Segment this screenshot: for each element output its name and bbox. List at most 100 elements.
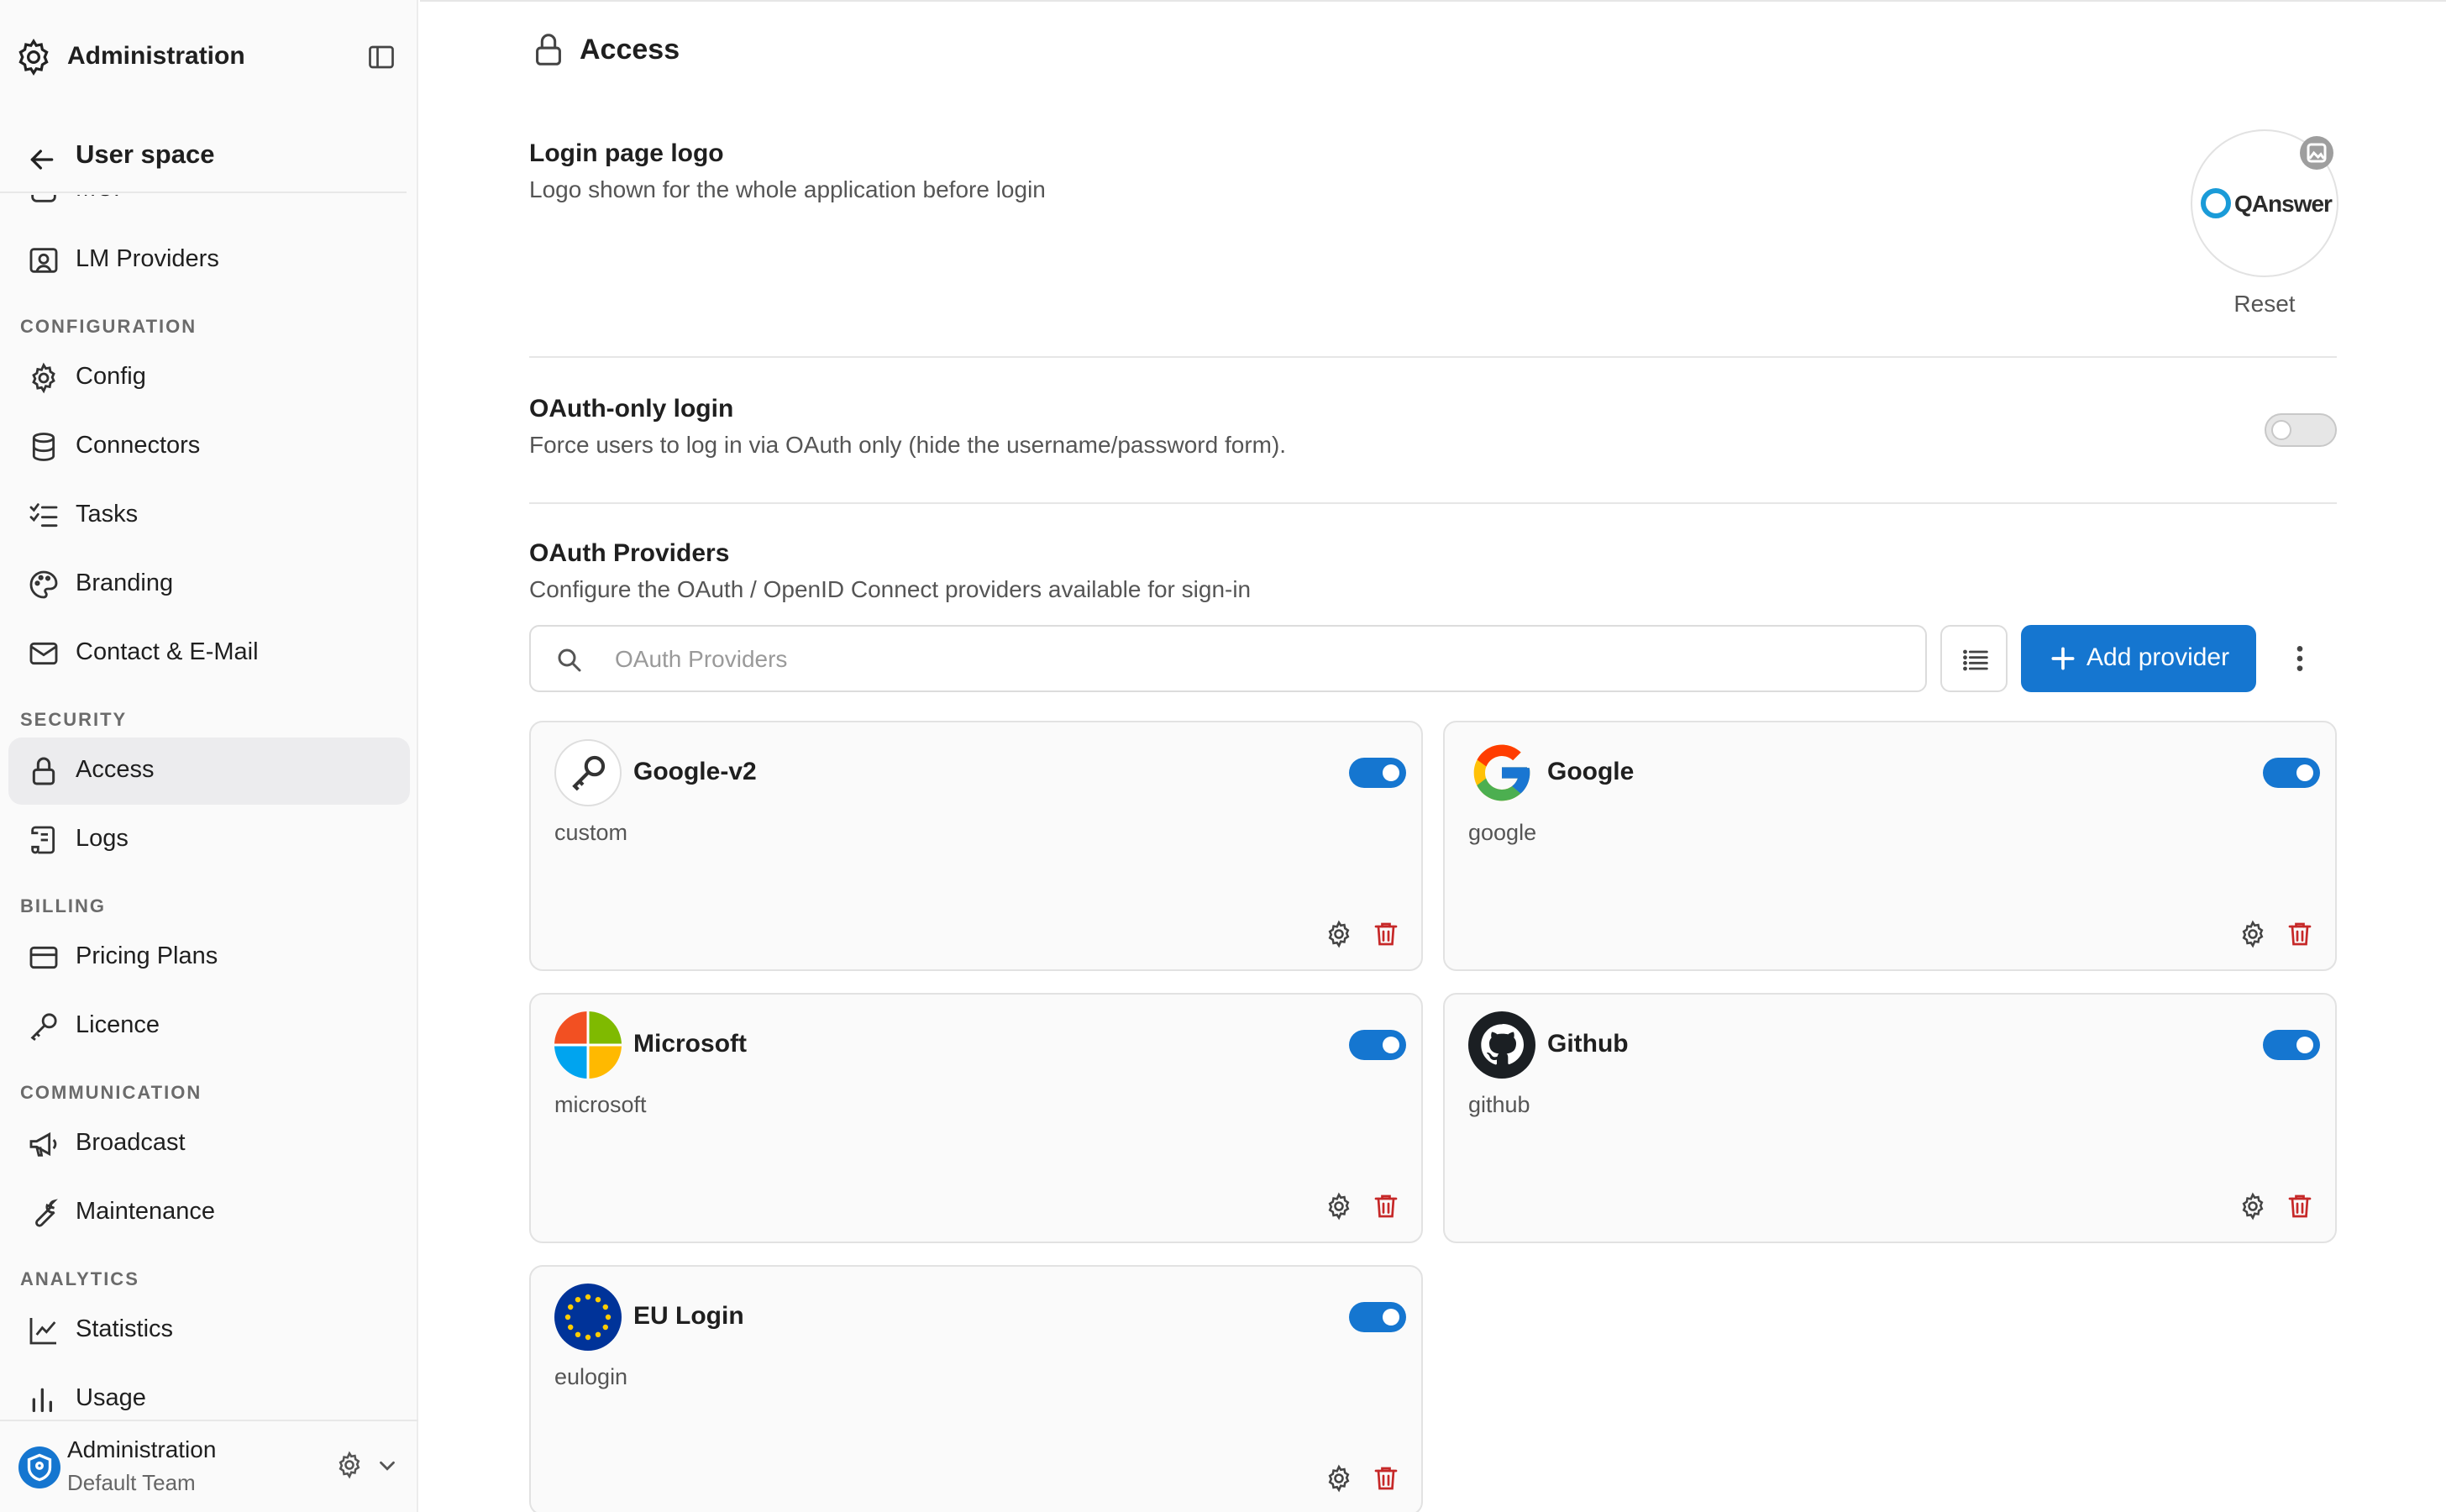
brand-logo: QAnswer bbox=[2192, 188, 2340, 218]
gear-icon[interactable] bbox=[1324, 1463, 1354, 1494]
provider-enabled-toggle[interactable] bbox=[1349, 1302, 1406, 1332]
list-view-button[interactable] bbox=[1940, 625, 2008, 692]
gear-icon[interactable] bbox=[2238, 919, 2268, 949]
section-title: OAuth-only login bbox=[529, 395, 734, 423]
sidebar-item-mcp[interactable]: MCP bbox=[8, 195, 410, 223]
page-title: Access bbox=[580, 34, 680, 66]
wrench-icon bbox=[35, 1199, 58, 1227]
oauth-providers-section: OAuth Providers Configure the OAuth / Op… bbox=[529, 539, 2337, 603]
section-description: Logo shown for the whole application bef… bbox=[529, 176, 1046, 202]
provider-enabled-toggle[interactable] bbox=[2263, 758, 2320, 788]
search-input[interactable] bbox=[615, 638, 1875, 680]
sidebar-item-label: Maintenance bbox=[76, 1198, 216, 1225]
gear-icon[interactable] bbox=[1324, 919, 1354, 949]
provider-enabled-toggle[interactable] bbox=[1349, 1030, 1406, 1060]
sidebar-item-config[interactable]: Config bbox=[8, 344, 410, 412]
toggle-knob bbox=[2271, 420, 2291, 440]
sidebar-item-statistics[interactable]: Statistics bbox=[8, 1297, 410, 1364]
shield-icon bbox=[27, 1453, 52, 1482]
provider-name: Microsoft bbox=[633, 1030, 747, 1058]
provider-type: github bbox=[1468, 1092, 1530, 1117]
sidebar-item-branding[interactable]: Branding bbox=[8, 551, 410, 618]
section-title: Login page logo bbox=[529, 139, 724, 167]
lock-icon bbox=[32, 757, 55, 785]
divider bbox=[529, 356, 2337, 358]
database-icon bbox=[32, 433, 55, 461]
sidebar-toggle-icon[interactable] bbox=[366, 42, 396, 72]
sidebar-item-label: Config bbox=[76, 363, 146, 390]
edit-image-button[interactable] bbox=[2300, 136, 2333, 170]
sidebar-item-maintenance[interactable]: Maintenance bbox=[8, 1179, 410, 1247]
oauth-only-toggle[interactable] bbox=[2265, 413, 2337, 447]
key-icon bbox=[30, 1013, 57, 1041]
sidebar-item-usage[interactable]: Usage bbox=[8, 1366, 410, 1418]
provider-type: google bbox=[1468, 820, 1537, 845]
trash-icon[interactable] bbox=[1371, 1191, 1401, 1221]
provider-card-google[interactable]: Google google bbox=[1443, 721, 2337, 971]
gear-icon[interactable] bbox=[2238, 1191, 2268, 1221]
toggle-knob bbox=[1383, 1309, 1399, 1326]
lock-icon bbox=[536, 34, 561, 66]
arrow-left-icon bbox=[30, 150, 54, 170]
sidebar-item-label: Logs bbox=[76, 825, 129, 852]
palette-icon bbox=[29, 570, 58, 599]
sidebar-item-logs[interactable]: Logs bbox=[8, 806, 410, 874]
provider-type: eulogin bbox=[554, 1364, 628, 1389]
login-logo-section: Login page logo Logo shown for the whole… bbox=[529, 139, 2337, 203]
sidebar-title: Administration bbox=[67, 42, 245, 70]
provider-name: Github bbox=[1547, 1030, 1629, 1058]
back-to-user-space[interactable]: User space bbox=[0, 126, 407, 193]
qanswer-logo-icon bbox=[2201, 188, 2232, 218]
toggle-knob bbox=[2296, 764, 2313, 781]
sidebar-item-lm-providers[interactable]: LM Providers bbox=[8, 227, 410, 294]
provider-type: microsoft bbox=[554, 1092, 647, 1117]
eu-flag-icon bbox=[554, 1284, 622, 1351]
provider-card-github[interactable]: Github github bbox=[1443, 993, 2337, 1243]
key-icon bbox=[554, 739, 622, 806]
sidebar-item-access[interactable]: Access bbox=[8, 738, 410, 805]
checklist-icon bbox=[29, 503, 58, 528]
trash-icon[interactable] bbox=[2285, 919, 2315, 949]
gear-icon[interactable] bbox=[334, 1450, 365, 1480]
trash-icon[interactable] bbox=[1371, 919, 1401, 949]
bar-chart-icon bbox=[32, 1388, 52, 1412]
sidebar-item-label: Statistics bbox=[76, 1315, 174, 1342]
provider-card-google-v2[interactable]: Google-v2 custom bbox=[529, 721, 1423, 971]
more-vertical-icon[interactable] bbox=[2283, 642, 2317, 675]
sidebar-item-licence[interactable]: Licence bbox=[8, 993, 410, 1060]
sidebar-item-connectors[interactable]: Connectors bbox=[8, 413, 410, 480]
provider-search[interactable] bbox=[529, 625, 1927, 692]
divider bbox=[529, 502, 2337, 504]
provider-card-microsoft[interactable]: Microsoft microsoft bbox=[529, 993, 1423, 1243]
logo-reset-button[interactable]: Reset bbox=[2191, 291, 2338, 318]
section-title: OAuth Providers bbox=[529, 539, 730, 567]
add-provider-button[interactable]: Add provider bbox=[2021, 625, 2256, 692]
provider-type: custom bbox=[554, 820, 628, 845]
line-chart-icon bbox=[29, 1318, 56, 1345]
trash-icon[interactable] bbox=[2285, 1191, 2315, 1221]
section-security: SECURITY bbox=[20, 709, 128, 730]
provider-enabled-toggle[interactable] bbox=[1349, 758, 1406, 788]
sidebar-item-pricing-plans[interactable]: Pricing Plans bbox=[8, 924, 410, 991]
brand-name: QAnswer bbox=[2234, 191, 2333, 217]
section-configuration: CONFIGURATION bbox=[20, 316, 197, 337]
sidebar-item-contact-email[interactable]: Contact & E-Mail bbox=[8, 620, 410, 687]
provider-name: EU Login bbox=[633, 1302, 744, 1330]
trash-icon[interactable] bbox=[1371, 1463, 1401, 1494]
microsoft-icon bbox=[554, 1011, 622, 1079]
sidebar: Administration User space MCP LM Provide… bbox=[0, 0, 418, 1512]
provider-card-eu-login[interactable]: EU Login eulogin bbox=[529, 1265, 1423, 1512]
search-icon bbox=[558, 648, 581, 672]
sidebar-item-tasks[interactable]: Tasks bbox=[8, 482, 410, 549]
toggle-knob bbox=[1383, 764, 1399, 781]
toggle-knob bbox=[1383, 1037, 1399, 1053]
provider-name: Google-v2 bbox=[633, 758, 757, 785]
mcp-icon bbox=[31, 195, 56, 202]
gear-icon[interactable] bbox=[1324, 1191, 1354, 1221]
sidebar-nav: MCP LM Providers CONFIGURATION Config Co… bbox=[0, 195, 418, 1418]
chevron-down-icon[interactable] bbox=[375, 1453, 400, 1478]
sidebar-footer[interactable]: Administration Default Team bbox=[0, 1420, 418, 1512]
sidebar-item-broadcast[interactable]: Broadcast bbox=[8, 1110, 410, 1178]
provider-enabled-toggle[interactable] bbox=[2263, 1030, 2320, 1060]
sidebar-item-label: LM Providers bbox=[76, 245, 219, 272]
